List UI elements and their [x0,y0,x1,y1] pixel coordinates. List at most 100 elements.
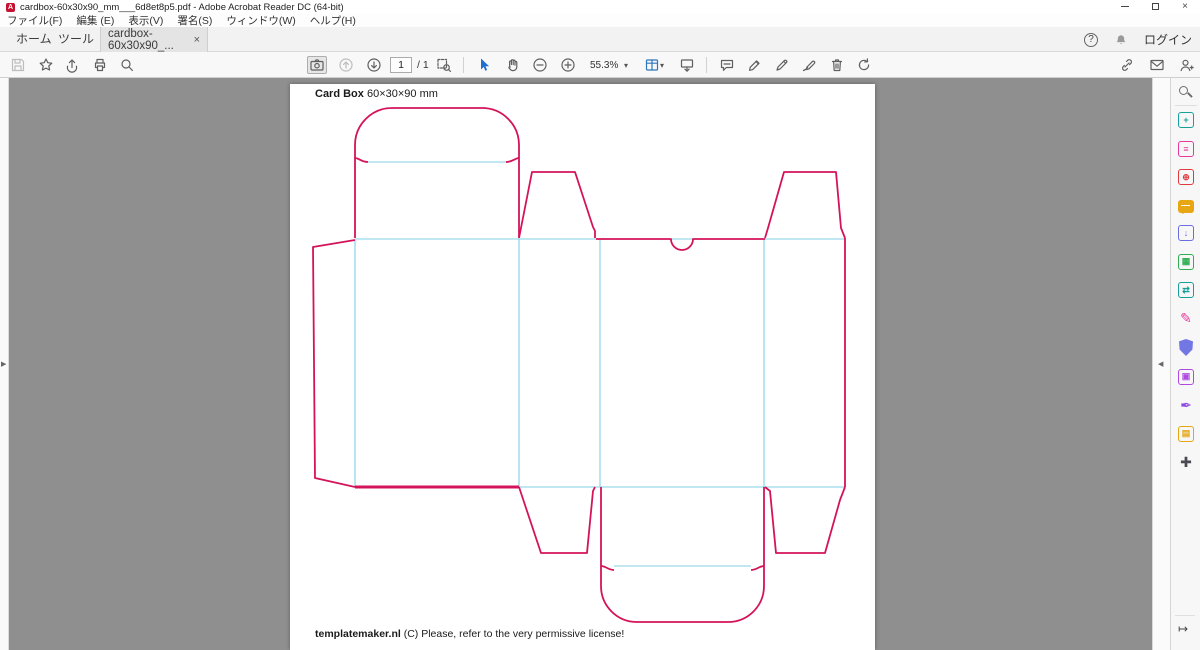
request-signatures-button[interactable] [799,56,819,74]
share-icon [64,57,80,73]
protect-pdf-icon[interactable] [1179,339,1193,356]
menu-edit[interactable]: 編集 (E) [76,13,114,28]
menu-bar: ファイル(F) 編集 (E) 表示(V) 署名(S) ウィンドウ(W) ヘルプ(… [0,14,1200,27]
fill-sign-icon[interactable]: ✒ [1178,397,1194,413]
menu-help[interactable]: ヘルプ(H) [310,13,356,28]
read-mode-icon [679,57,695,73]
notifications-bell-icon[interactable] [1114,33,1128,47]
restore-icon [1152,3,1159,10]
find-button[interactable] [117,56,137,74]
page-display-button[interactable]: ▾ [640,56,668,74]
camera-icon [309,57,325,73]
page-footer-rest: (C) Please, refer to the very permissive… [401,628,625,640]
expand-left-panel-icon[interactable]: ▶ [1,360,6,368]
page-count-label: / 1 [417,59,429,71]
select-arrow-icon [476,57,492,73]
help-button[interactable]: ? [1084,33,1098,47]
tab-home[interactable]: ホーム [10,27,58,52]
collapse-right-panel-icon[interactable]: ◀ [1158,360,1163,368]
print-button[interactable] [90,56,110,74]
sidebar-search-icon[interactable] [1179,86,1192,99]
page-display-icon [644,57,660,73]
window-title-bar: A cardbox-60x30x90_mm___6d8et8p5.pdf - A… [0,0,1200,14]
minimize-button[interactable] [1110,0,1140,14]
tools-sidebar: + ≡ ⊕ ↓ ▦ ⇄ ✎ ▣ ✒ ▤ ✚ ↦ [1170,78,1200,650]
menu-view[interactable]: 表示(V) [128,13,163,28]
hand-icon [505,57,521,73]
signature-pen-icon [801,57,817,73]
left-panel-strip[interactable]: ▶ [0,78,9,650]
share-link-button[interactable] [1117,56,1137,74]
main-area: ▶ Card Box 60×30×90 mm [0,78,1200,650]
refresh-icon [856,57,872,73]
zoom-in-icon [560,57,576,73]
read-mode-button[interactable] [677,56,697,74]
chevron-down-icon: ▾ [660,61,664,70]
close-button[interactable]: × [1170,0,1200,14]
scan-ocr-icon[interactable]: ▦ [1178,254,1194,270]
fountain-pen-icon [774,57,790,73]
compress-pdf-icon[interactable]: ▣ [1178,369,1194,385]
organize-pages-icon[interactable]: ≡ [1178,141,1194,157]
zoom-in-button[interactable] [558,56,578,74]
cut-lines [313,108,845,622]
convert-pdf-icon[interactable]: ⇄ [1178,282,1194,298]
acrobat-app-icon: A [6,3,15,12]
star-button[interactable] [36,56,56,74]
search-handle [1187,92,1192,97]
tab-tools[interactable]: ツール [52,27,100,52]
share-document-button[interactable] [62,56,82,74]
star-icon [38,57,54,73]
highlighter-icon [747,57,763,73]
page-number-input[interactable]: 1 [390,57,412,73]
select-tool-button[interactable] [474,56,494,74]
menu-sign[interactable]: 署名(S) [177,13,212,28]
open-pane-icon[interactable]: ↦ [1178,622,1188,636]
zoom-out-button[interactable] [530,56,550,74]
box-dieline-drawing [290,84,875,650]
prepare-form-icon[interactable]: ▤ [1178,426,1194,442]
comment-tool-icon[interactable] [1178,200,1194,213]
tab-document[interactable]: cardbox-60x30x90_... × [100,27,208,52]
link-icon [1119,57,1135,73]
zoom-level-dropdown[interactable]: 55.3% ▾ [586,57,632,73]
page-footer-bold: templatemaker.nl [315,628,401,640]
share-file-icon[interactable]: ↓ [1178,225,1194,241]
more-tools-icon[interactable]: ✚ [1178,454,1194,470]
comment-bubble-icon [719,57,735,73]
save-icon [10,57,26,73]
comment-button[interactable] [717,56,737,74]
export-pdf-icon[interactable]: ⊕ [1178,169,1194,185]
share-people-button[interactable] [1176,56,1196,74]
email-button[interactable] [1147,56,1167,74]
save-button[interactable] [8,56,28,74]
snapshot-tool-button[interactable] [307,56,327,74]
previous-page-button[interactable] [336,56,356,74]
window-title: cardbox-60x30x90_mm___6d8et8p5.pdf - Ado… [20,2,344,13]
fill-sign-button[interactable] [772,56,792,74]
marquee-zoom-button[interactable] [434,56,454,74]
login-button[interactable]: ログイン [1144,31,1192,48]
person-add-icon [1178,57,1194,73]
sidebar-bottom-divider [1175,615,1195,616]
sidebar-divider [1175,105,1197,106]
next-page-button[interactable] [364,56,384,74]
marquee-zoom-icon [436,57,452,73]
edit-pdf-icon[interactable]: ✎ [1178,311,1194,327]
minimize-icon [1121,6,1129,7]
delete-button[interactable] [827,56,847,74]
highlight-button[interactable] [745,56,765,74]
restore-button[interactable] [1140,0,1170,14]
tab-bar: ホーム ツール cardbox-60x30x90_... × ? ログイン [0,27,1200,52]
pdf-page: Card Box 60×30×90 mm [290,84,875,650]
tab-close-icon[interactable]: × [194,34,200,46]
page-footer: templatemaker.nl (C) Please, refer to th… [315,628,624,640]
hand-tool-button[interactable] [503,56,523,74]
main-toolbar: 1 / 1 55.3% ▾ ▾ [0,52,1200,78]
create-pdf-icon[interactable]: + [1178,112,1194,128]
right-panel-strip[interactable]: ◀ [1152,78,1170,650]
refresh-button[interactable] [854,56,874,74]
menu-window[interactable]: ウィンドウ(W) [226,13,295,28]
zoom-out-icon [532,57,548,73]
menu-file[interactable]: ファイル(F) [7,13,62,28]
